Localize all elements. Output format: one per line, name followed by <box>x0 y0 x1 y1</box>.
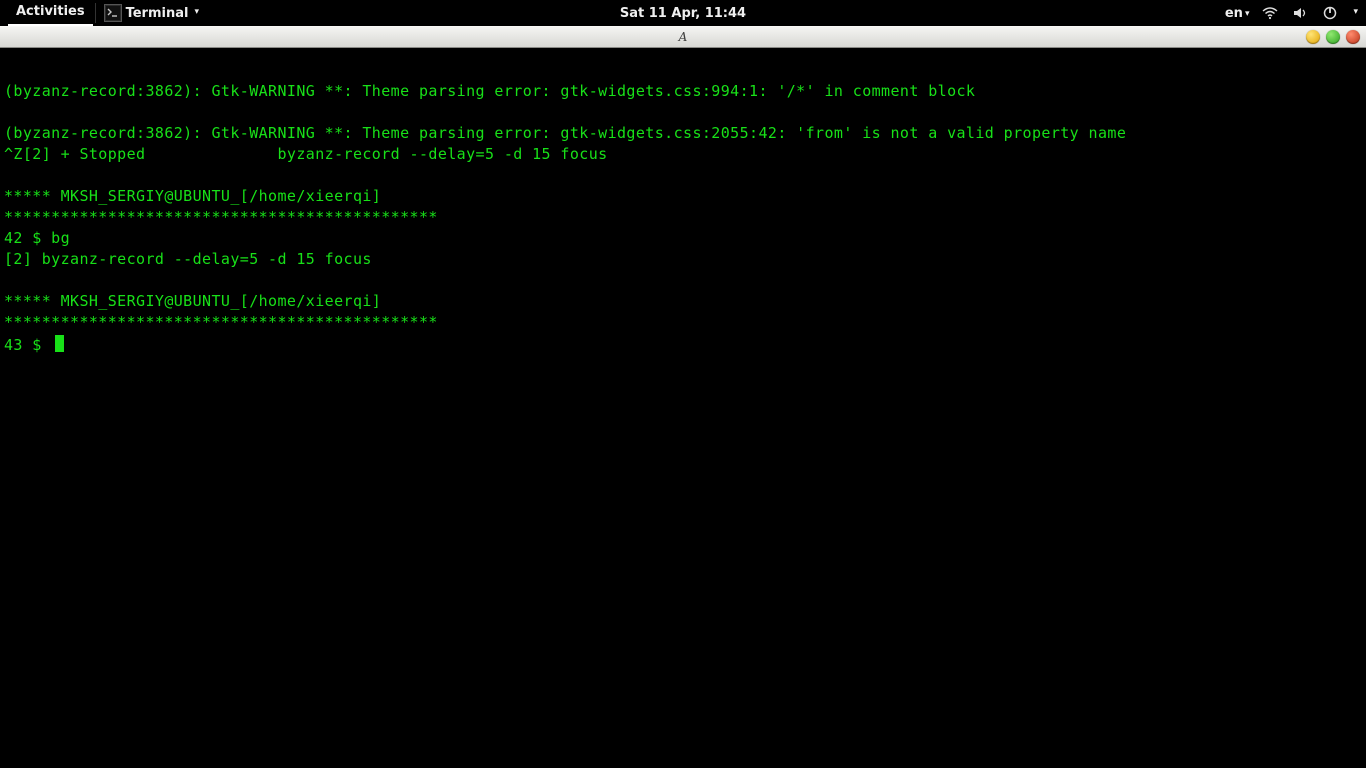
terminal-line: ****************************************… <box>4 313 438 331</box>
terminal-app-icon <box>104 4 122 22</box>
terminal-line: ****************************************… <box>4 208 438 226</box>
terminal-line: ***** MKSH_SERGIY@UBUNTU_[/home/xieerqi] <box>4 292 381 310</box>
window-titlebar[interactable]: A <box>0 26 1366 48</box>
chevron-down-icon: ▾ <box>1245 9 1250 19</box>
wifi-icon[interactable] <box>1261 4 1279 22</box>
terminal-viewport[interactable]: (byzanz-record:3862): Gtk-WARNING **: Th… <box>0 48 1366 768</box>
focused-app-label: Terminal <box>126 6 189 21</box>
terminal-line: (byzanz-record:3862): Gtk-WARNING **: Th… <box>4 124 1126 142</box>
window-close-button[interactable] <box>1346 30 1360 44</box>
activities-button[interactable]: Activities <box>8 0 93 26</box>
terminal-line: 42 $ bg <box>4 229 70 247</box>
window-maximize-button[interactable] <box>1326 30 1340 44</box>
window-minimize-button[interactable] <box>1306 30 1320 44</box>
panel-separator <box>95 3 96 23</box>
input-source-indicator[interactable]: en▾ <box>1225 6 1250 21</box>
terminal-line: (byzanz-record:3862): Gtk-WARNING **: Th… <box>4 82 975 100</box>
gnome-top-panel: Activities Terminal ▾ Sat 11 Apr, 11:44 … <box>0 0 1366 26</box>
terminal-cursor <box>55 335 64 352</box>
panel-right: en▾ ▾ <box>1225 4 1358 22</box>
terminal-line: ***** MKSH_SERGIY@UBUNTU_[/home/xieerqi] <box>4 187 381 205</box>
terminal-line: [2] byzanz-record --delay=5 -d 15 focus <box>4 250 372 268</box>
terminal-line: ^Z[2] + Stopped byzanz-record --delay=5 … <box>4 145 608 163</box>
window-buttons <box>1306 30 1366 44</box>
panel-left: Activities Terminal ▾ <box>8 0 205 26</box>
focused-app-menu[interactable]: Terminal ▾ <box>98 4 205 22</box>
volume-icon[interactable] <box>1291 4 1309 22</box>
panel-clock[interactable]: Sat 11 Apr, 11:44 <box>620 6 746 21</box>
terminal-prompt: 43 $ <box>4 336 51 354</box>
power-icon[interactable] <box>1321 4 1339 22</box>
chevron-down-icon: ▾ <box>1353 7 1358 17</box>
input-source-label: en <box>1225 6 1243 21</box>
chevron-down-icon: ▾ <box>194 7 199 17</box>
window-title: A <box>679 30 688 44</box>
